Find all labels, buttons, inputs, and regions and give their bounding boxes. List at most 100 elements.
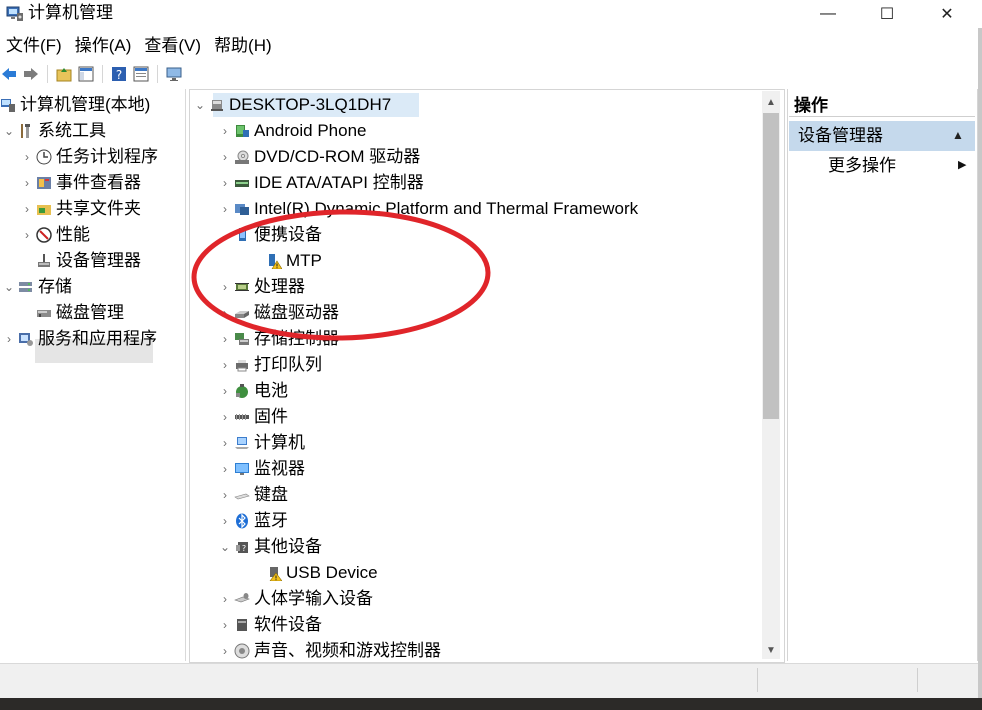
- device-item-child[interactable]: USB Device: [264, 560, 378, 586]
- device-item[interactable]: › Intel(R) Dynamic Platform and Thermal …: [218, 196, 638, 222]
- disk-management-icon: [36, 305, 52, 321]
- maximize-button[interactable]: ☐: [864, 0, 910, 28]
- tree-item-performance[interactable]: › 性能: [20, 222, 90, 248]
- chevron-right-icon[interactable]: ›: [218, 306, 232, 320]
- minimize-button[interactable]: —: [805, 0, 851, 28]
- device-item[interactable]: › 软件设备: [218, 612, 322, 638]
- device-item[interactable]: › 声音、视频和游戏控制器: [218, 638, 441, 664]
- chevron-down-icon[interactable]: ⌄: [218, 228, 232, 242]
- submenu-arrow-icon: ▶: [958, 159, 967, 171]
- window-border: [978, 28, 982, 698]
- properties-icon[interactable]: [132, 65, 150, 83]
- chevron-right-icon[interactable]: ›: [218, 488, 232, 502]
- dvd-icon: [234, 149, 250, 165]
- menu-file[interactable]: 文件(F): [0, 32, 69, 60]
- tree-item-services-applications[interactable]: › 服务和应用程序: [2, 326, 157, 352]
- device-item[interactable]: › 磁盘驱动器: [218, 300, 339, 326]
- clock-icon: [36, 149, 52, 165]
- chevron-right-icon[interactable]: ›: [20, 228, 34, 242]
- chevron-right-icon[interactable]: ›: [218, 358, 232, 372]
- device-item[interactable]: › IDE ATA/ATAPI 控制器: [218, 170, 424, 196]
- tools-icon: [18, 123, 34, 139]
- storage-icon: [18, 279, 34, 295]
- status-divider: [757, 668, 758, 692]
- chevron-right-icon[interactable]: ›: [2, 332, 16, 346]
- chevron-right-icon[interactable]: ›: [20, 176, 34, 190]
- chevron-right-icon[interactable]: ›: [218, 176, 232, 190]
- chevron-right-icon[interactable]: ›: [218, 150, 232, 164]
- device-item[interactable]: › 人体学输入设备: [218, 586, 373, 612]
- chevron-right-icon[interactable]: ›: [218, 124, 232, 138]
- tree-item-computer-management[interactable]: 计算机管理(本地): [0, 92, 150, 118]
- event-viewer-icon: [36, 175, 52, 191]
- ide-icon: [234, 175, 250, 191]
- processor-icon: [234, 279, 250, 295]
- printer-icon: [234, 357, 250, 373]
- device-item[interactable]: › 监视器: [218, 456, 305, 482]
- tree-item-storage[interactable]: ⌄ 存储: [2, 274, 72, 300]
- device-item[interactable]: › 固件: [218, 404, 288, 430]
- chevron-right-icon[interactable]: ›: [218, 462, 232, 476]
- device-item[interactable]: › 存储控制器: [218, 326, 339, 352]
- chevron-down-icon[interactable]: ⌄: [2, 280, 16, 294]
- tree-item-disk-management[interactable]: 磁盘管理: [34, 300, 124, 326]
- actions-section-device-manager[interactable]: 设备管理器: [789, 121, 975, 151]
- computer-management-icon: [0, 97, 16, 113]
- chevron-down-icon[interactable]: ⌄: [193, 98, 207, 112]
- chevron-right-icon[interactable]: ›: [218, 202, 232, 216]
- device-item[interactable]: › 计算机: [218, 430, 305, 456]
- tree-item-device-manager[interactable]: 设备管理器: [34, 248, 141, 274]
- bluetooth-icon: [234, 513, 250, 529]
- collapse-up-icon[interactable]: ▲: [952, 128, 964, 142]
- tree-item-system-tools[interactable]: ⌄ 系统工具: [2, 118, 106, 144]
- chevron-right-icon[interactable]: ›: [218, 592, 232, 606]
- device-item[interactable]: ⌄ ? 其他设备: [218, 534, 322, 560]
- chevron-right-icon[interactable]: ›: [218, 436, 232, 450]
- chevron-right-icon[interactable]: ›: [218, 644, 232, 658]
- chevron-right-icon[interactable]: ›: [20, 150, 34, 164]
- status-divider: [917, 668, 918, 692]
- device-item[interactable]: › 键盘: [218, 482, 288, 508]
- chevron-down-icon[interactable]: ⌄: [2, 124, 16, 138]
- chevron-right-icon[interactable]: ›: [218, 332, 232, 346]
- monitor-icon[interactable]: [165, 65, 183, 83]
- scroll-thumb[interactable]: [763, 113, 779, 419]
- chevron-right-icon[interactable]: ›: [218, 410, 232, 424]
- back-icon[interactable]: [0, 65, 18, 83]
- device-item[interactable]: › DVD/CD-ROM 驱动器: [218, 144, 420, 170]
- chevron-right-icon[interactable]: ›: [218, 280, 232, 294]
- device-item-child[interactable]: MTP: [264, 248, 322, 274]
- device-manager-icon: [36, 253, 52, 269]
- device-item[interactable]: › 打印队列: [218, 352, 322, 378]
- usb-warning-icon: [266, 565, 283, 582]
- sound-icon: [234, 643, 250, 659]
- device-tree-root[interactable]: ⌄ DESKTOP-3LQ1DH7: [193, 92, 391, 118]
- tree-item-event-viewer[interactable]: › 事件查看器: [20, 170, 141, 196]
- chevron-right-icon[interactable]: ›: [20, 202, 34, 216]
- chevron-right-icon[interactable]: ›: [218, 514, 232, 528]
- chevron-right-icon[interactable]: ›: [218, 618, 232, 632]
- tree-item-shared-folders[interactable]: › 共享文件夹: [20, 196, 141, 222]
- device-item[interactable]: › Android Phone: [218, 118, 366, 144]
- help-icon[interactable]: ?: [110, 65, 128, 83]
- scroll-up-icon[interactable]: ▲: [762, 93, 780, 111]
- up-icon[interactable]: [55, 65, 73, 83]
- chevron-down-icon[interactable]: ⌄: [218, 540, 232, 554]
- device-item[interactable]: ⌄ 便携设备: [218, 222, 322, 248]
- menu-help[interactable]: 帮助(H): [208, 32, 279, 60]
- device-item[interactable]: › 蓝牙: [218, 508, 288, 534]
- forward-icon[interactable]: [22, 65, 40, 83]
- tree-item-task-scheduler[interactable]: › 任务计划程序: [20, 144, 158, 170]
- toolbar-separator: [102, 65, 103, 83]
- device-item[interactable]: › 处理器: [218, 274, 305, 300]
- device-item[interactable]: › 电池: [218, 378, 288, 404]
- more-actions-item[interactable]: 更多操作: [789, 153, 975, 179]
- show-hide-tree-icon[interactable]: [77, 65, 95, 83]
- toolbar: ?: [0, 61, 980, 87]
- window-title: 计算机管理: [28, 3, 113, 22]
- close-button[interactable]: ✕: [924, 0, 970, 28]
- scroll-down-icon[interactable]: ▼: [762, 641, 780, 659]
- menu-action[interactable]: 操作(A): [69, 32, 139, 60]
- menu-view[interactable]: 查看(V): [138, 32, 208, 60]
- chevron-right-icon[interactable]: ›: [218, 384, 232, 398]
